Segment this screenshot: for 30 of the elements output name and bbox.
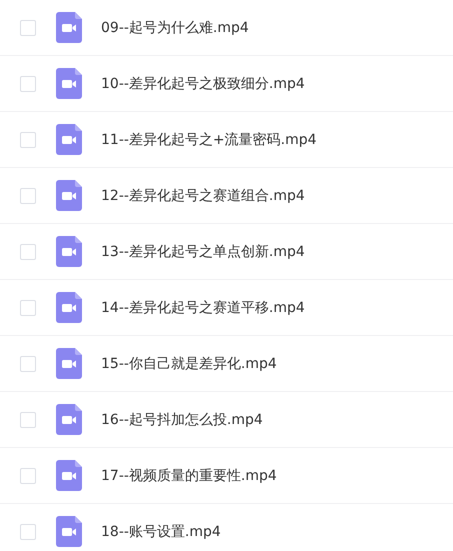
video-file-icon	[56, 460, 82, 491]
video-file-icon	[56, 404, 82, 435]
checkbox[interactable]	[20, 132, 36, 148]
checkbox[interactable]	[20, 300, 36, 316]
file-name[interactable]: 09--起号为什么难.mp4	[101, 18, 249, 36]
checkbox[interactable]	[20, 412, 36, 428]
video-file-icon	[56, 180, 82, 211]
video-file-icon	[56, 68, 82, 99]
video-file-icon	[56, 236, 82, 267]
video-file-icon	[56, 292, 82, 323]
file-name[interactable]: 16--起号抖加怎么投.mp4	[101, 410, 263, 428]
checkbox[interactable]	[20, 524, 36, 540]
checkbox[interactable]	[20, 188, 36, 204]
checkbox[interactable]	[20, 20, 36, 36]
file-name[interactable]: 15--你自己就是差异化.mp4	[101, 354, 277, 372]
checkbox[interactable]	[20, 356, 36, 372]
file-name[interactable]: 12--差异化起号之赛道组合.mp4	[101, 186, 305, 204]
video-file-icon	[56, 12, 82, 43]
file-name[interactable]: 17--视频质量的重要性.mp4	[101, 466, 277, 484]
video-file-icon	[56, 124, 82, 155]
checkbox[interactable]	[20, 468, 36, 484]
file-name[interactable]: 14--差异化起号之赛道平移.mp4	[101, 298, 305, 316]
checkbox[interactable]	[20, 76, 36, 92]
video-file-icon	[56, 348, 82, 379]
file-name[interactable]: 18--账号设置.mp4	[101, 522, 221, 540]
file-name[interactable]: 10--差异化起号之极致细分.mp4	[101, 74, 305, 92]
video-file-icon	[56, 516, 82, 547]
file-name[interactable]: 11--差异化起号之+流量密码.mp4	[101, 130, 317, 148]
file-name[interactable]: 13--差异化起号之单点创新.mp4	[101, 242, 305, 260]
checkbox[interactable]	[20, 244, 36, 260]
